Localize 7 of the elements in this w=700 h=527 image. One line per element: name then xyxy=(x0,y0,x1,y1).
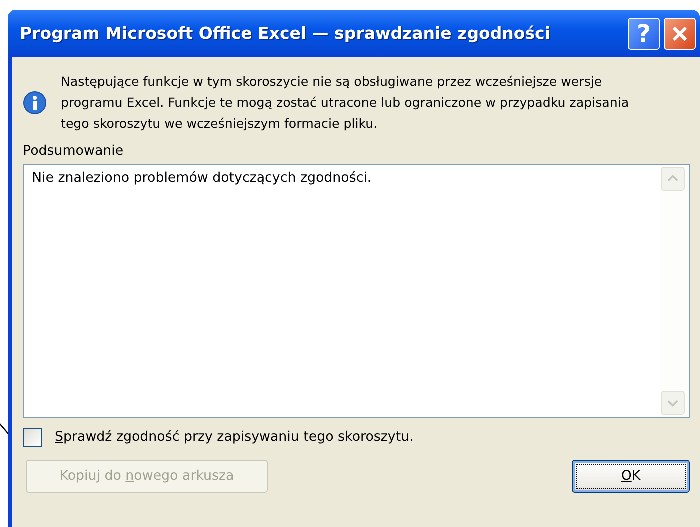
summary-text: Nie znaleziono problemów dotyczących zgodności. xyxy=(31,170,373,188)
checkbox-label[interactable]: Sprawdź zgodność przy zapisywaniu tego skoroszytu. xyxy=(55,430,414,444)
summary-label: Podsumowanie xyxy=(23,144,125,161)
message-text: Następujące funkcje w tym skoroszycie nie są obsługiwane przez wcześniejsze wersje programu Excel. Funkcje te mogą zostać utracone lub ograniczone w przypadku zapisania tego skoroszytu we wcześniejszym formacie pliku. xyxy=(61,73,630,133)
ok-button[interactable]: OK xyxy=(572,460,690,493)
help-button[interactable]: ? xyxy=(628,18,660,50)
window-title: Program Microsoft Office Excel — sprawdzanie zgodności xyxy=(20,24,552,43)
